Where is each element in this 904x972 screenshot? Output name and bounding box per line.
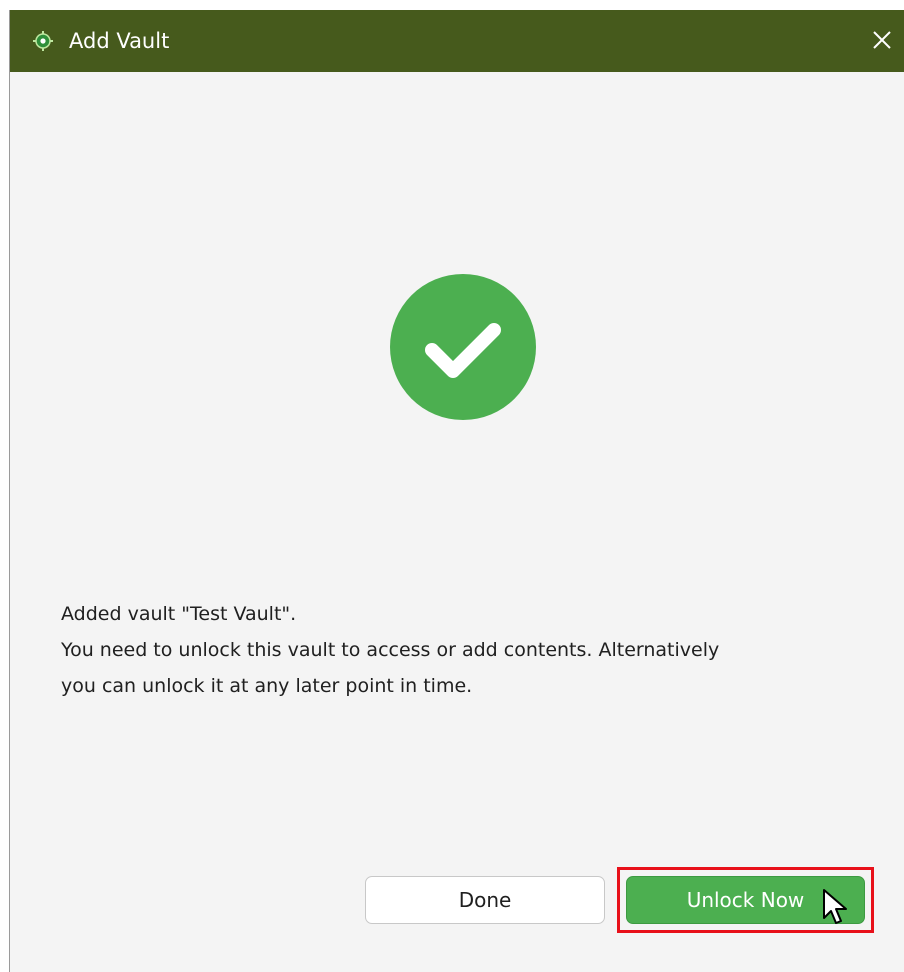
message-line-added: Added vault "Test Vault". xyxy=(61,603,297,625)
checkmark-circle-icon xyxy=(390,274,536,420)
message-line-unlock-hint: You need to unlock this vault to access … xyxy=(61,639,720,661)
status-message: Added vault "Test Vault". You need to un… xyxy=(61,596,861,704)
mouse-cursor-icon xyxy=(823,889,847,924)
message-line-later: you can unlock it at any later point in … xyxy=(61,675,473,697)
vault-app-icon xyxy=(33,31,53,51)
close-icon xyxy=(873,31,891,49)
done-button[interactable]: Done xyxy=(365,876,605,924)
add-vault-dialog: Add Vault Added vault "Test Vault". You … xyxy=(9,10,904,972)
dialog-title: Add Vault xyxy=(69,29,170,53)
title-bar: Add Vault xyxy=(10,10,904,72)
close-button[interactable] xyxy=(857,10,904,72)
